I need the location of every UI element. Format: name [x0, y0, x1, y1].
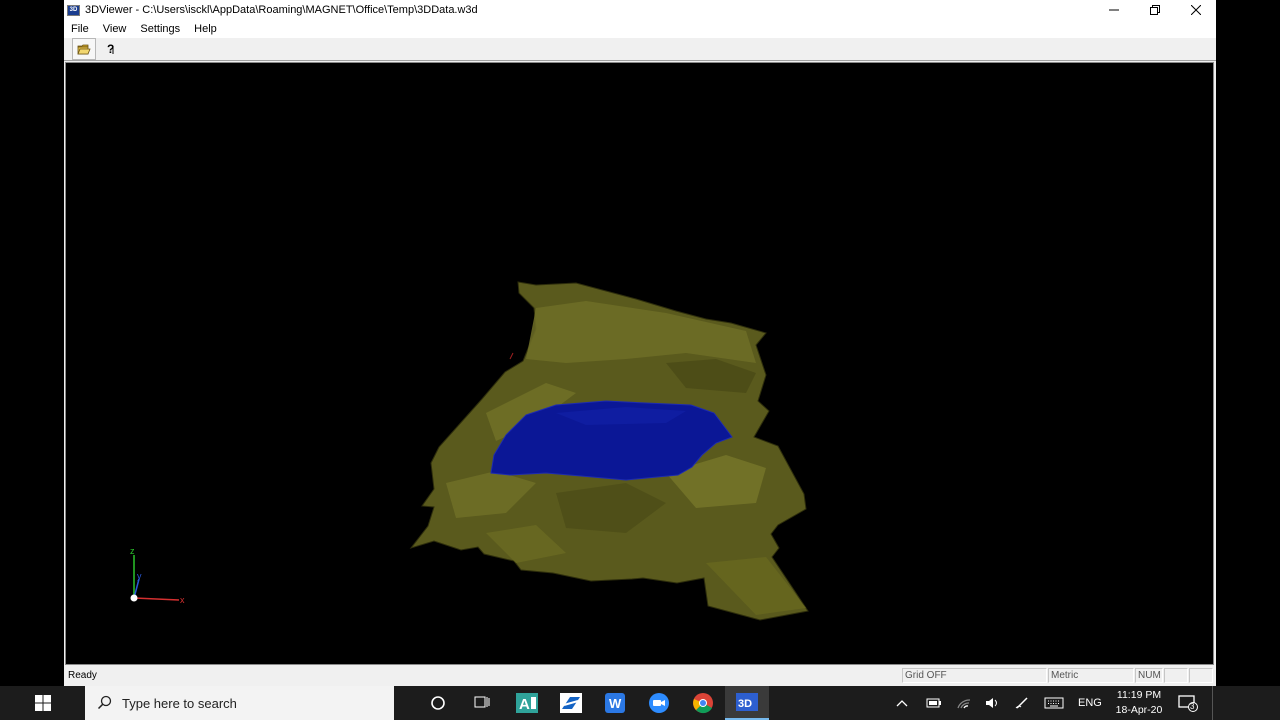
- window-title: 3DViewer - C:\Users\isckl\AppData\Roamin…: [85, 4, 478, 16]
- axis-indicator: z y x: [130, 546, 185, 605]
- 3d-viewport[interactable]: z y x: [65, 62, 1214, 665]
- help-button[interactable]: ?: [99, 38, 123, 60]
- taskbar-app-magnet-field[interactable]: A: [505, 686, 549, 720]
- terrain-facet: [526, 301, 756, 363]
- task-view-icon: [474, 696, 490, 708]
- show-desktop-button[interactable]: [1212, 686, 1215, 720]
- battery-icon[interactable]: [926, 697, 942, 709]
- status-ready: Ready: [68, 670, 97, 681]
- help-pointer-icon: ?: [107, 42, 114, 56]
- status-grid: Grid OFF: [902, 668, 1047, 683]
- taskbar-app-zoom[interactable]: [637, 686, 681, 720]
- menu-view[interactable]: View: [96, 20, 134, 38]
- x-axis-label: x: [180, 595, 185, 605]
- terrain-render: z y x: [130, 281, 809, 621]
- open-folder-icon: [77, 44, 91, 55]
- notification-icon: [1178, 695, 1198, 712]
- windows-icon: [35, 695, 51, 711]
- menu-settings[interactable]: Settings: [133, 20, 187, 38]
- wifi-icon[interactable]: [956, 696, 972, 710]
- cortana-button[interactable]: [416, 686, 460, 720]
- y-axis-label: y: [137, 571, 142, 581]
- keyboard-icon[interactable]: [1044, 697, 1064, 709]
- start-button[interactable]: [22, 686, 64, 720]
- wps-writer-icon: W: [605, 693, 625, 713]
- menu-help[interactable]: Help: [187, 20, 224, 38]
- taskbar-app-chrome[interactable]: [681, 686, 725, 720]
- status-num: NUM: [1135, 668, 1163, 683]
- cortana-icon: [431, 696, 445, 710]
- status-scroll: [1189, 668, 1213, 683]
- app-icon: 3D: [67, 4, 80, 16]
- app-window: 3D 3DViewer - C:\Users\isckl\AppData\Roa…: [64, 0, 1216, 686]
- menu-file[interactable]: File: [64, 20, 96, 38]
- zoom-icon: [649, 693, 669, 713]
- restore-icon: [1149, 5, 1160, 15]
- svg-text:3D: 3D: [738, 698, 752, 710]
- status-bar: Ready Grid OFF Metric NUM: [64, 666, 1216, 686]
- svg-text:W: W: [609, 696, 622, 711]
- close-icon: [1190, 5, 1201, 15]
- clock[interactable]: 11:19 PM 18-Apr-20: [1108, 686, 1170, 720]
- z-axis-label: z: [130, 546, 135, 556]
- volume-icon[interactable]: [984, 696, 1000, 710]
- chevron-up-icon[interactable]: [896, 698, 908, 708]
- svg-text:A: A: [519, 696, 530, 713]
- search-placeholder: Type here to search: [122, 695, 237, 711]
- restore-button[interactable]: [1134, 0, 1175, 20]
- close-button[interactable]: [1175, 0, 1216, 20]
- taskbar-app-3dviewer[interactable]: 3D: [725, 686, 769, 720]
- open-button[interactable]: [72, 38, 96, 60]
- taskbar-app-wps[interactable]: W: [593, 686, 637, 720]
- toolbar: ?: [64, 38, 1216, 61]
- clock-date: 18-Apr-20: [1115, 704, 1163, 716]
- clock-time: 11:19 PM: [1116, 689, 1162, 701]
- chrome-icon: [693, 693, 713, 714]
- edge-mark: [509, 352, 514, 360]
- magnet-office-icon: [560, 693, 582, 713]
- task-view-button[interactable]: [460, 686, 504, 720]
- minimize-icon: [1108, 9, 1119, 11]
- minimize-button[interactable]: [1093, 0, 1134, 20]
- system-tray: ENG: [896, 686, 1102, 720]
- magnet-field-icon: A: [516, 693, 538, 713]
- title-bar: 3D 3DViewer - C:\Users\isckl\AppData\Roa…: [64, 0, 1216, 20]
- search-icon: [97, 695, 112, 710]
- status-units: Metric: [1048, 668, 1134, 683]
- language-indicator[interactable]: ENG: [1078, 697, 1102, 709]
- status-caps: [1164, 668, 1188, 683]
- taskbar-app-magnet-office[interactable]: [549, 686, 593, 720]
- search-input[interactable]: Type here to search: [85, 686, 394, 720]
- 3dviewer-icon: 3D: [736, 693, 758, 711]
- menu-bar: File View Settings Help: [64, 20, 1216, 38]
- notification-button[interactable]: 3: [1168, 686, 1208, 720]
- pen-icon[interactable]: [1014, 696, 1030, 710]
- notification-count: 3: [1190, 702, 1195, 711]
